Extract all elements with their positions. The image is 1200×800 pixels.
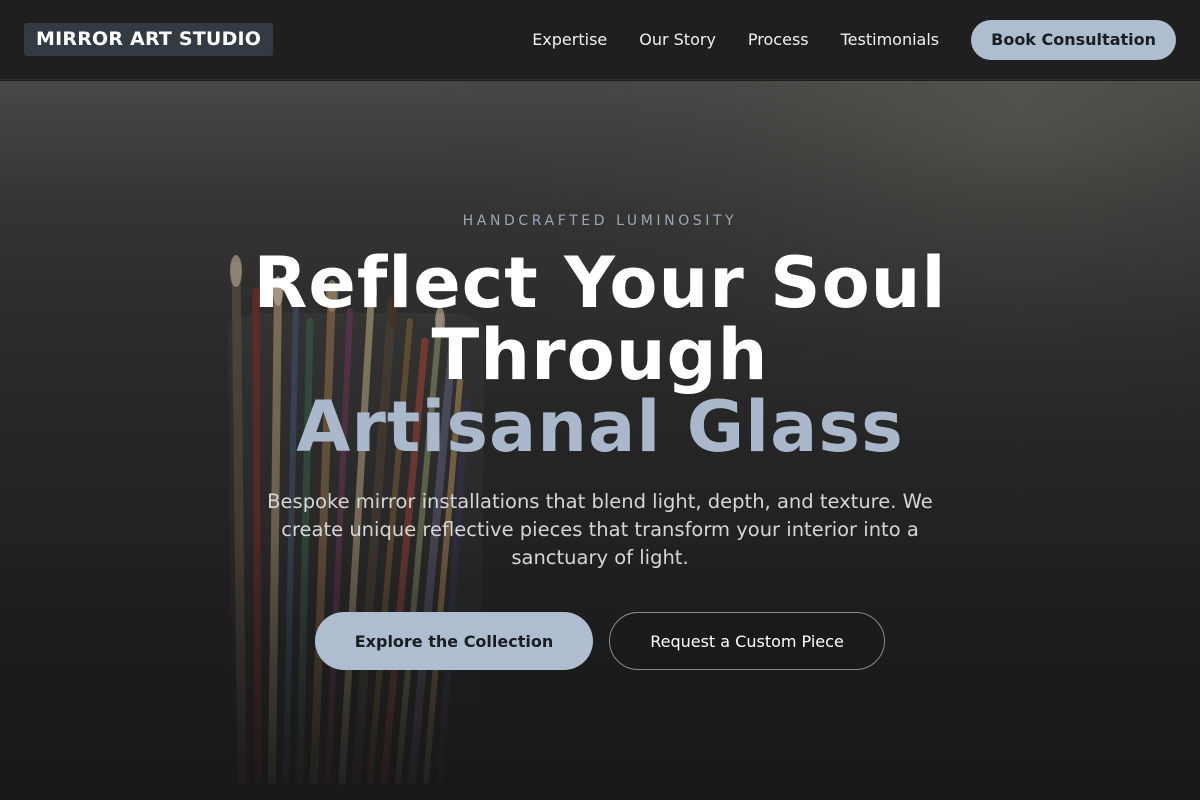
hero-headline: Reflect Your Soul Through Artisanal Glas… (0, 247, 1200, 463)
explore-collection-button[interactable]: Explore the Collection (315, 612, 593, 670)
headline-line-2: Through (431, 314, 769, 396)
nav-link-our-story[interactable]: Our Story (639, 30, 716, 49)
nav-link-expertise[interactable]: Expertise (532, 30, 607, 49)
hero-section: HANDCRAFTED LUMINOSITY Reflect Your Soul… (0, 81, 1200, 800)
hero-subtext: Bespoke mirror installations that blend … (267, 490, 933, 569)
site-header: MIRROR ART STUDIO Expertise Our Story Pr… (0, 0, 1200, 80)
headline-accent: Artisanal Glass (296, 386, 904, 468)
book-consultation-button[interactable]: Book Consultation (971, 19, 1176, 60)
request-custom-piece-button[interactable]: Request a Custom Piece (609, 612, 885, 670)
hero-cta-row: Explore the Collection Request a Custom … (0, 612, 1200, 670)
logo[interactable]: MIRROR ART STUDIO (24, 23, 274, 56)
nav-link-process[interactable]: Process (748, 30, 809, 49)
hero-content: HANDCRAFTED LUMINOSITY Reflect Your Soul… (0, 81, 1200, 800)
main-nav: Expertise Our Story Process Testimonials… (532, 19, 1176, 60)
headline-line-1: Reflect Your Soul (253, 242, 947, 324)
hero-eyebrow: HANDCRAFTED LUMINOSITY (462, 213, 738, 229)
nav-link-testimonials[interactable]: Testimonials (841, 30, 940, 49)
